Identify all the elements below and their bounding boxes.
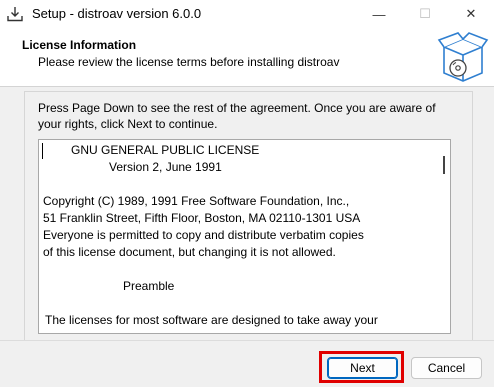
- text-cursor: [42, 143, 43, 159]
- page-subtitle: Please review the license terms before i…: [38, 55, 340, 69]
- license-line: GNU GENERAL PUBLIC LICENSE: [71, 143, 260, 157]
- button-bar: Next Cancel: [0, 340, 494, 387]
- scrollbar-thumb[interactable]: [443, 156, 445, 174]
- maximize-button[interactable]: ☐: [402, 0, 448, 28]
- license-line: Preamble: [123, 279, 175, 293]
- cancel-button[interactable]: Cancel: [411, 357, 482, 379]
- instructions-text: Press Page Down to see the rest of the a…: [38, 101, 436, 131]
- download-tray-icon: [7, 7, 23, 22]
- next-button[interactable]: Next: [327, 357, 398, 379]
- license-line: The licenses for most software are desig…: [45, 313, 378, 327]
- title-bar: Setup - distroav version 6.0.0 — ☐ ✕: [0, 0, 494, 28]
- minimize-button[interactable]: —: [356, 0, 402, 28]
- license-scrollbar[interactable]: [438, 140, 450, 333]
- page-title: License Information: [22, 38, 137, 52]
- license-line: 51 Franklin Street, Fifth Floor, Boston,…: [43, 211, 361, 225]
- license-line: Everyone is permitted to copy and distri…: [43, 228, 364, 242]
- software-box-icon: [437, 32, 489, 82]
- license-line: Copyright (C) 1989, 1991 Free Software F…: [43, 194, 350, 208]
- license-line: of this license document, but changing i…: [43, 245, 336, 259]
- window-title: Setup - distroav version 6.0.0: [32, 6, 202, 21]
- license-text-area[interactable]: GNU GENERAL PUBLIC LICENSE Version 2, Ju…: [38, 139, 451, 334]
- close-button[interactable]: ✕: [448, 0, 494, 28]
- license-line: Version 2, June 1991: [109, 160, 222, 174]
- wizard-header: License Information Please review the li…: [0, 28, 494, 87]
